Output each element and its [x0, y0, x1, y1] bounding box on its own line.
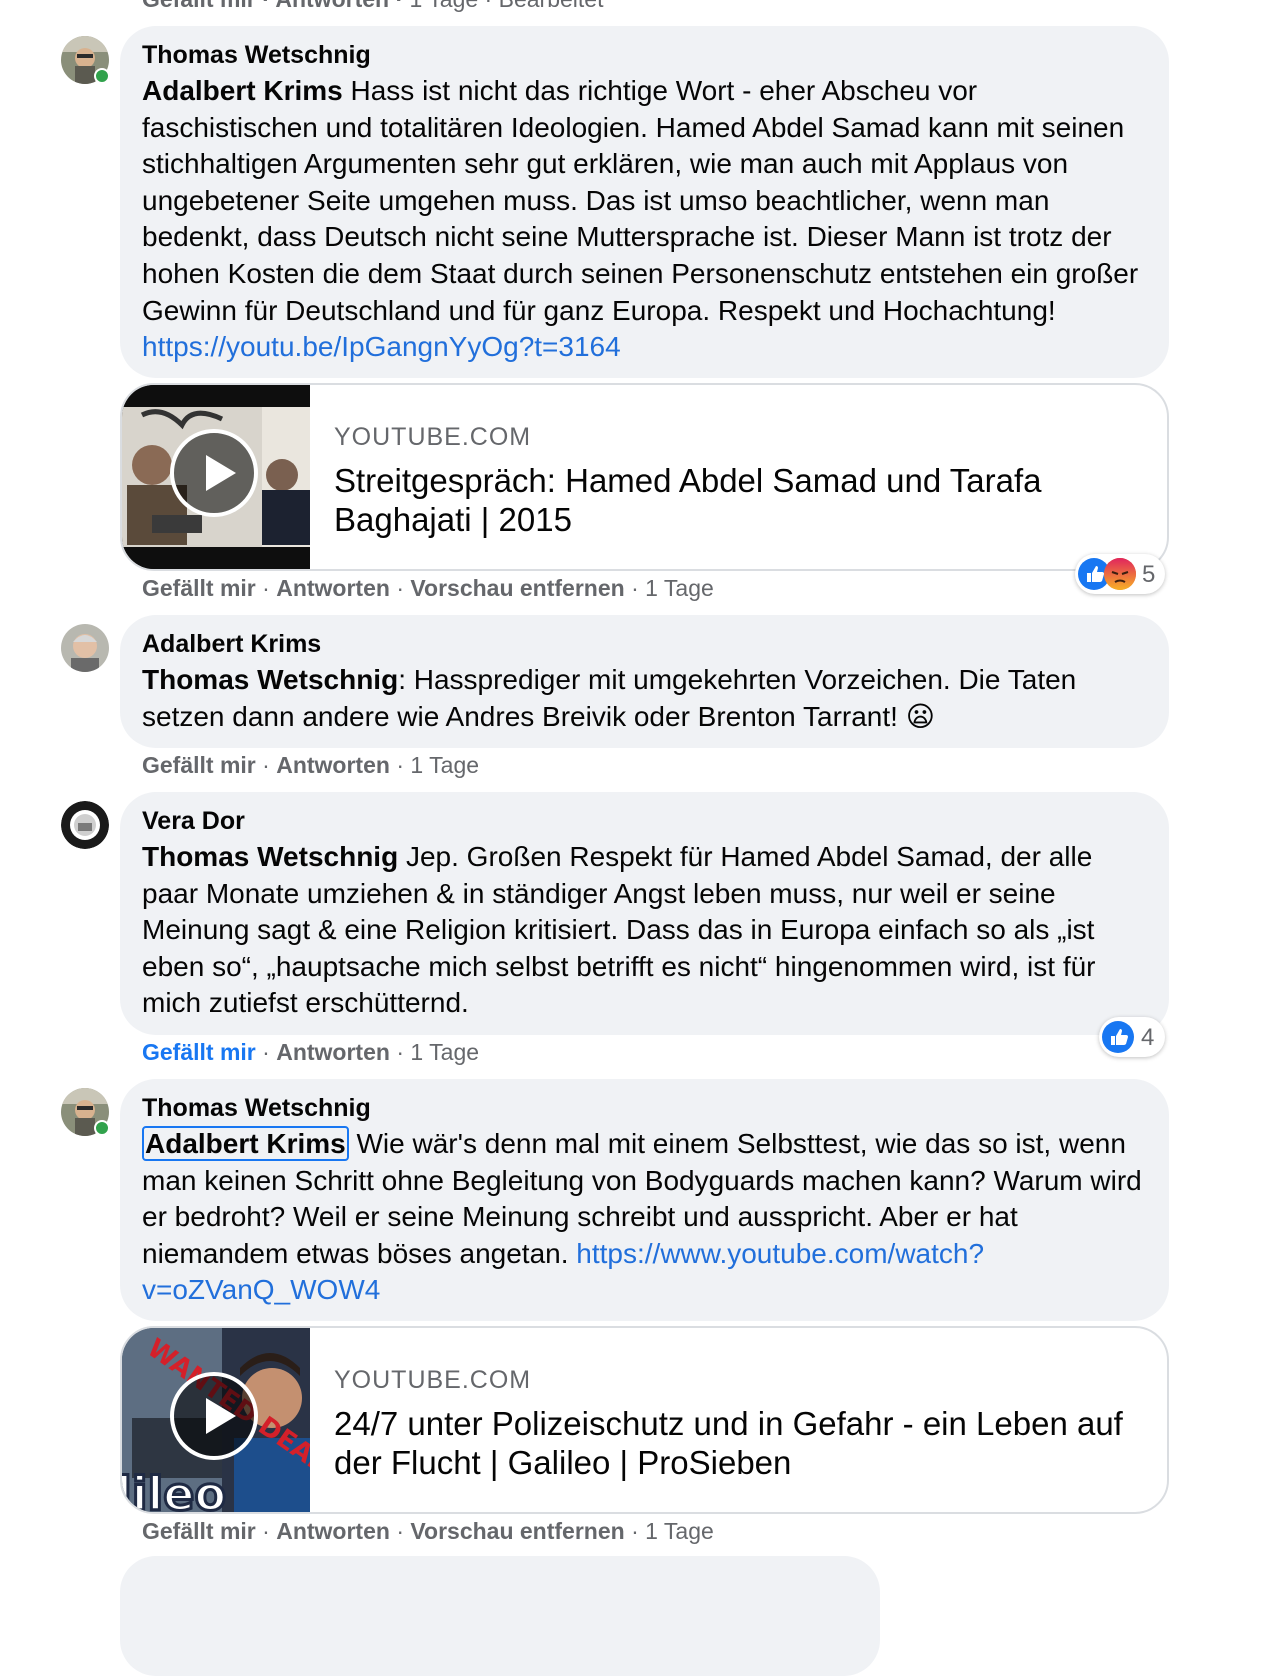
reaction-count: 4	[1141, 1024, 1155, 1051]
comment-text: Thomas Wetschnig: Hassprediger mit umgek…	[142, 662, 1147, 735]
card-domain: YOUTUBE.COM	[334, 1366, 532, 1394]
link-preview-card[interactable]: WANTED DEAD lileo YOUTUBE.COM 24/7 unter…	[120, 1326, 1169, 1514]
reply-link[interactable]: Antworten	[276, 1039, 390, 1065]
avatar[interactable]	[61, 624, 109, 672]
reply-link[interactable]: Antworten	[276, 1518, 390, 1544]
reaction-summary[interactable]: 4	[1099, 1017, 1165, 1057]
comment-actions: Gefällt mir · Antworten · Vorschau entfe…	[142, 1518, 714, 1544]
video-thumbnail: WANTED DEAD lileo	[122, 1328, 310, 1512]
next-comment-bubble	[120, 1556, 880, 1676]
remove-preview-link[interactable]: Vorschau entfernen	[410, 575, 624, 601]
comment-author[interactable]: Thomas Wetschnig	[142, 1092, 1147, 1124]
comment-meta: 1 Tage · Bearbeitet	[410, 0, 604, 12]
like-link[interactable]: Gefällt mir	[142, 752, 256, 778]
previous-comment-actions: Gefällt mir · Antworten · 1 Tage · Bearb…	[142, 0, 603, 13]
avatar[interactable]	[61, 801, 109, 849]
comment-time[interactable]: 1 Tage	[645, 1518, 714, 1544]
comment-actions: Gefällt mir · Antworten · 1 Tage	[142, 1039, 480, 1065]
card-title[interactable]: 24/7 unter Polizeischutz und in Gefahr -…	[334, 1404, 1134, 1482]
reply-link[interactable]: Antworten	[275, 0, 389, 12]
mention[interactable]: Thomas Wetschnig	[142, 664, 398, 695]
reaction-count: 5	[1142, 561, 1156, 588]
card-title[interactable]: Streitgespräch: Hamed Abdel Samad und Ta…	[334, 461, 1114, 539]
comment-actions: Gefällt mir · Antworten · Vorschau entfe…	[142, 575, 714, 601]
like-link[interactable]: Gefällt mir	[142, 1518, 256, 1544]
comment-text: Adalbert Krims Wie wär's denn mal mit ei…	[142, 1126, 1147, 1309]
like-link[interactable]: Gefällt mir	[142, 0, 256, 12]
like-link[interactable]: Gefällt mir	[142, 1039, 256, 1065]
comment-bubble: Adalbert Krims Thomas Wetschnig: Hasspre…	[120, 615, 1169, 748]
reply-link[interactable]: Antworten	[276, 575, 390, 601]
reaction-summary[interactable]: 5	[1075, 554, 1165, 594]
online-status-dot	[94, 68, 110, 84]
comment-time[interactable]: 1 Tage	[410, 1039, 479, 1065]
avatar-photo	[61, 624, 109, 672]
play-icon[interactable]	[170, 429, 258, 517]
angry-icon	[1104, 558, 1136, 590]
thumb-text: lileo	[122, 1467, 226, 1512]
avatar-logo	[61, 801, 109, 849]
comment-text: Adalbert Krims Hass ist nicht das richti…	[142, 73, 1147, 366]
comment-text: Thomas Wetschnig Jep. Großen Respekt für…	[142, 839, 1147, 1022]
comment-bubble: Vera Dor Thomas Wetschnig Jep. Großen Re…	[120, 792, 1169, 1035]
comment-time[interactable]: 1 Tage	[645, 575, 714, 601]
card-domain: YOUTUBE.COM	[334, 423, 532, 451]
online-status-dot	[94, 1120, 110, 1136]
mention[interactable]: Thomas Wetschnig	[142, 841, 398, 872]
reply-link[interactable]: Antworten	[276, 752, 390, 778]
frowning-emoji: 😦	[905, 700, 935, 732]
comment-body: Hass ist nicht das richtige Wort - eher …	[142, 75, 1139, 326]
like-link[interactable]: Gefällt mir	[142, 575, 256, 601]
link-preview-card[interactable]: YOUTUBE.COM Streitgespräch: Hamed Abdel …	[120, 383, 1169, 571]
mention[interactable]: Adalbert Krims	[142, 1126, 349, 1161]
comment-actions: Gefällt mir · Antworten · 1 Tage	[142, 752, 480, 778]
like-icon	[1102, 1021, 1134, 1053]
comment-author[interactable]: Thomas Wetschnig	[142, 39, 1147, 71]
video-thumbnail	[122, 385, 310, 569]
remove-preview-link[interactable]: Vorschau entfernen	[410, 1518, 624, 1544]
comment-time[interactable]: 1 Tage	[410, 752, 479, 778]
play-icon[interactable]	[170, 1372, 258, 1460]
comment-link[interactable]: https://youtu.be/IpGangnYyOg?t=3164	[142, 331, 621, 362]
comment-bubble: Thomas Wetschnig Adalbert Krims Hass ist…	[120, 26, 1169, 378]
comment-author[interactable]: Vera Dor	[142, 805, 1147, 837]
mention[interactable]: Adalbert Krims	[142, 75, 343, 106]
comment-author[interactable]: Adalbert Krims	[142, 628, 1147, 660]
comment-bubble: Thomas Wetschnig Adalbert Krims Wie wär'…	[120, 1079, 1169, 1321]
